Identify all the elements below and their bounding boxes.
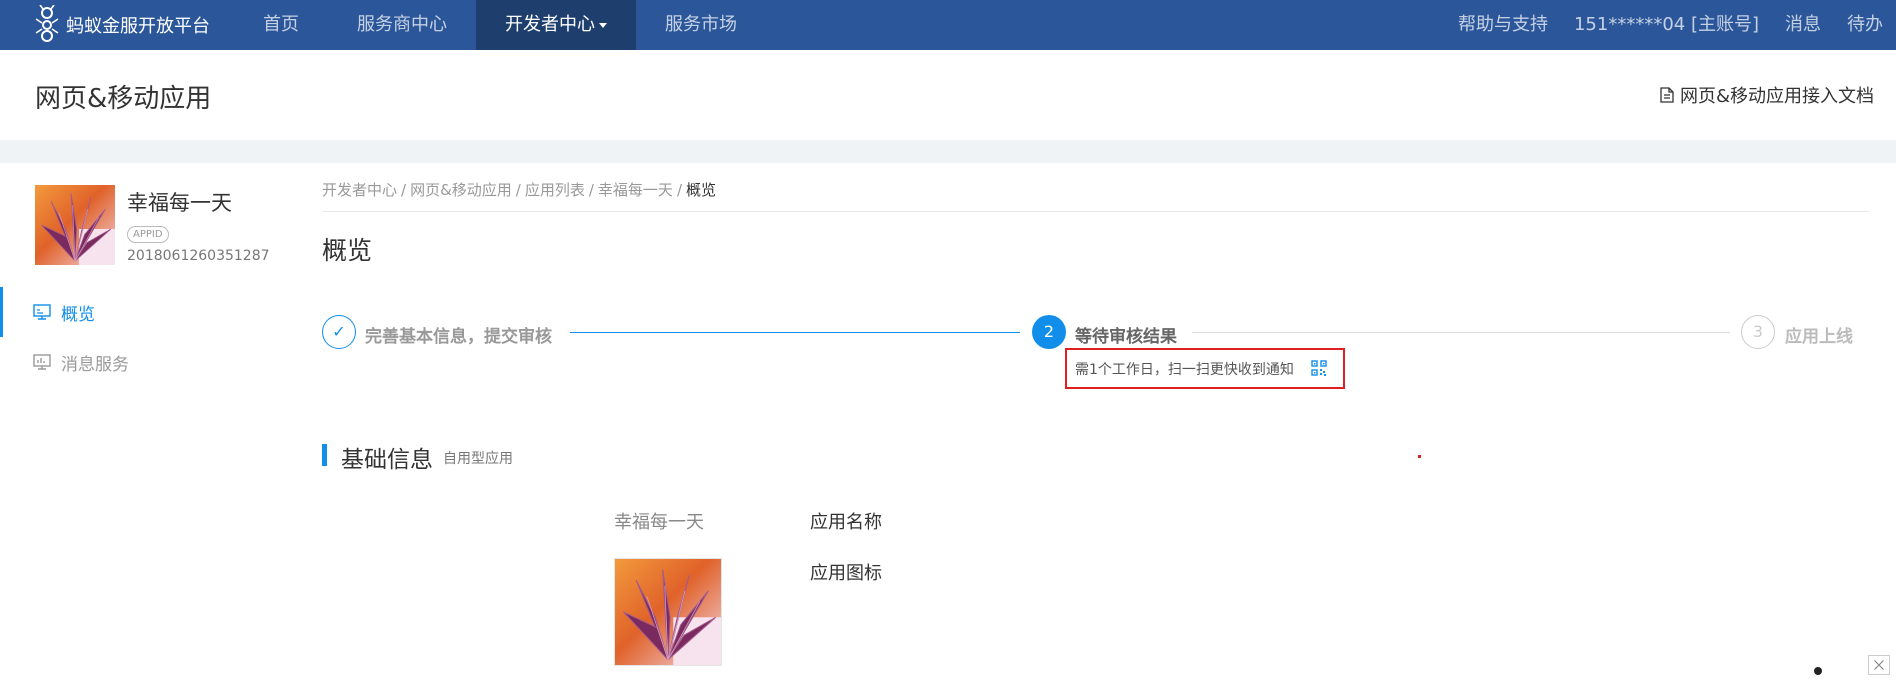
step-3-icon: 3	[1741, 315, 1775, 349]
nav-todo[interactable]: 待办	[1834, 0, 1896, 50]
brand-logo[interactable]: 蚂蚁金服开放平台	[0, 0, 210, 50]
nav-home[interactable]: 首页	[234, 0, 328, 50]
brand-name: 蚂蚁金服开放平台	[66, 16, 210, 37]
app-icon-label: 应用图标	[810, 563, 882, 584]
document-icon	[1660, 87, 1674, 103]
page-header: 网页&移动应用 网页&移动应用接入文档	[0, 50, 1896, 140]
sidebar-item-label: 概览	[61, 304, 95, 325]
nav-service-market[interactable]: 服务市场	[636, 0, 766, 50]
step-2-icon: 2	[1032, 315, 1066, 349]
basic-info-title: 基础信息	[341, 447, 433, 473]
step-1-check-icon: ✓	[322, 315, 356, 349]
nav-service-provider[interactable]: 服务商中心	[328, 0, 476, 50]
ant-logo-icon	[35, 5, 59, 42]
nav-account[interactable]: 151******04 [主账号]	[1561, 0, 1772, 50]
page-title: 网页&移动应用	[35, 84, 212, 114]
breadcrumb-item[interactable]: 幸福每一天	[598, 181, 673, 199]
qr-code-icon[interactable]	[1311, 360, 1327, 376]
step-connector-pending	[1192, 332, 1730, 333]
app-id: 2018061260351287	[127, 248, 270, 264]
breadcrumb-separator: /	[515, 181, 521, 199]
monitor-icon	[33, 304, 51, 320]
close-icon[interactable]	[1868, 655, 1890, 675]
breadcrumb-separator: /	[401, 181, 407, 199]
basic-info-subtitle: 自用型应用	[443, 451, 513, 467]
appid-badge: APPID	[127, 226, 169, 243]
step-connector-done	[570, 332, 1020, 333]
breadcrumb-separator: /	[676, 181, 682, 199]
breadcrumb-item[interactable]: 网页&移动应用	[410, 181, 512, 199]
nav-developer-center-label: 开发者中心	[505, 14, 595, 35]
section-heading: 概览	[322, 236, 373, 265]
nav-messages[interactable]: 消息	[1772, 0, 1834, 50]
nav-help[interactable]: 帮助与支持	[1445, 0, 1561, 50]
breadcrumb: 开发者中心 / 网页&移动应用 / 应用列表 / 幸福每一天 / 概览	[322, 179, 716, 200]
sidebar-item-overview[interactable]: 概览	[0, 287, 285, 337]
app-name-label: 应用名称	[810, 512, 882, 533]
sidebar: 幸福每一天 APPID 2018061260351287 概览 消息服务	[0, 163, 285, 682]
sidebar-item-label: 消息服务	[61, 354, 129, 375]
divider	[322, 211, 1869, 212]
side-menu: 概览 消息服务	[0, 287, 285, 387]
breadcrumb-item[interactable]: 开发者中心	[322, 181, 397, 199]
top-navbar: 蚂蚁金服开放平台 首页 服务商中心 开发者中心 服务市场 帮助与支持 151**…	[0, 0, 1896, 50]
step-hint-box: 需1个工作日，扫一扫更快收到通知	[1065, 348, 1345, 389]
sidebar-item-message-service[interactable]: 消息服务	[0, 337, 285, 387]
doc-link[interactable]: 网页&移动应用接入文档	[1660, 82, 1874, 108]
caret-down-icon	[599, 22, 607, 28]
app-name: 幸福每一天	[127, 191, 232, 215]
step-3-label: 应用上线	[1785, 327, 1853, 347]
app-thumbnail	[35, 185, 115, 265]
red-dot-marker	[1418, 455, 1421, 458]
breadcrumb-separator: /	[588, 181, 594, 199]
step-1-label: 完善基本信息，提交审核	[365, 327, 552, 347]
doc-link-label: 网页&移动应用接入文档	[1679, 86, 1874, 107]
nav-developer-center[interactable]: 开发者中心	[476, 0, 636, 50]
app-icon-image	[614, 558, 722, 666]
app-name-value: 幸福每一天	[614, 512, 704, 533]
main-content: 开发者中心 / 网页&移动应用 / 应用列表 / 幸福每一天 / 概览 概览 ✓ 完善基本信息，…	[285, 163, 1896, 682]
breadcrumb-item[interactable]: 应用列表	[525, 181, 585, 199]
step-hint-text: 需1个工作日，扫一扫更快收到通知	[1075, 362, 1294, 378]
chart-icon	[33, 354, 51, 370]
step-2-label: 等待审核结果	[1075, 327, 1177, 347]
floating-pin-icon[interactable]	[1814, 667, 1822, 675]
section-accent-bar	[322, 444, 327, 466]
breadcrumb-current: 概览	[686, 181, 717, 199]
